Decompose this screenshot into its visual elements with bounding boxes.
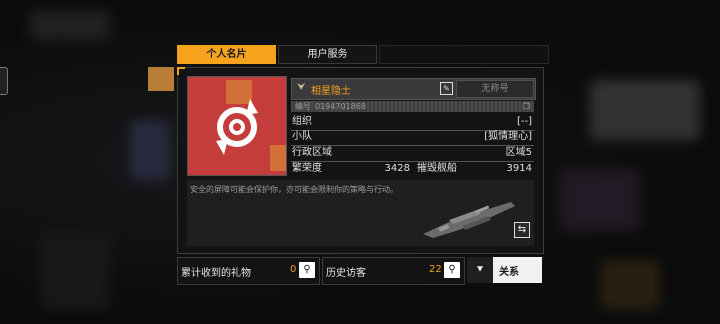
title-selector[interactable]: 无称号 bbox=[456, 80, 534, 98]
relation-button[interactable]: ⯆ 关系 bbox=[467, 257, 542, 283]
copy-icon[interactable]: ❐ bbox=[523, 102, 530, 111]
id-label: 编号 bbox=[295, 102, 311, 111]
signature-box: 安全的屏障可能会保护你，亦可能会限制你的策略与行动。 ⇆ bbox=[187, 180, 534, 246]
highlight-marker bbox=[148, 67, 174, 91]
prosperity-value: 3428 bbox=[384, 163, 410, 174]
visitors-label: 历史访客 bbox=[326, 268, 366, 279]
visitors-count: 22 bbox=[429, 264, 442, 275]
search-icon[interactable]: ⚲ bbox=[444, 262, 460, 278]
info-row-organization: 组织 [--] bbox=[291, 115, 534, 129]
player-id-row: 编号 0194701868 ❐ bbox=[291, 101, 534, 112]
tab-profile-card[interactable]: 个人名片 bbox=[177, 45, 276, 64]
avatar[interactable] bbox=[187, 76, 287, 176]
squad-label: 小队 bbox=[292, 131, 312, 142]
profile-card-panel: ⮟ 相星隐士 ✎ 无称号 编号 0194701868 ❐ 组织 [--] 小队 … bbox=[177, 67, 544, 254]
destroyed-ships-value: 3914 bbox=[506, 163, 532, 174]
side-drawer-handle[interactable] bbox=[0, 67, 8, 95]
region-label: 行政区域 bbox=[292, 147, 332, 158]
relation-label: 关系 bbox=[499, 267, 519, 278]
visitors-panel: 历史访客 22 ⚲ bbox=[322, 257, 465, 285]
prosperity-label: 繁荣度 bbox=[292, 163, 322, 174]
gifts-received-panel: 累计收到的礼物 0 ⚲ bbox=[177, 257, 320, 285]
squad-value[interactable]: [狐情理心] bbox=[484, 130, 532, 144]
destroyed-ships-label: 摧毁舰船 bbox=[417, 163, 457, 174]
info-row-stats: 繁荣度 3428 摧毁舰船 3914 bbox=[291, 162, 534, 176]
tab-user-service[interactable]: 用户服务 bbox=[278, 45, 377, 64]
edit-icon[interactable]: ✎ bbox=[440, 82, 453, 95]
swap-icon[interactable]: ⇆ bbox=[514, 222, 530, 238]
tab-bar: 个人名片 用户服务 bbox=[177, 45, 549, 64]
name-bar: ⮟ 相星隐士 ✎ 无称号 bbox=[291, 78, 536, 100]
region-value: 区域5 bbox=[505, 147, 532, 158]
relation-icon: ⯆ bbox=[467, 257, 493, 283]
search-icon[interactable]: ⚲ bbox=[299, 262, 315, 278]
player-name: 相星隐士 bbox=[311, 86, 351, 97]
info-row-squad: 小队 [狐情理心] bbox=[291, 130, 534, 144]
gifts-count: 0 bbox=[290, 264, 297, 275]
info-row-region: 行政区域 区域5 bbox=[291, 146, 534, 160]
signature-text: 安全的屏障可能会保护你，亦可能会限制你的策略与行动。 bbox=[190, 185, 398, 194]
id-value: 0194701868 bbox=[315, 102, 366, 111]
organization-value: [--] bbox=[516, 116, 532, 127]
organization-label: 组织 bbox=[292, 116, 312, 127]
rank-chevron-icon: ⮟ bbox=[297, 82, 306, 93]
tab-bar-filler bbox=[379, 45, 549, 64]
gifts-label: 累计收到的礼物 bbox=[181, 268, 251, 279]
flagship-image bbox=[423, 202, 515, 238]
